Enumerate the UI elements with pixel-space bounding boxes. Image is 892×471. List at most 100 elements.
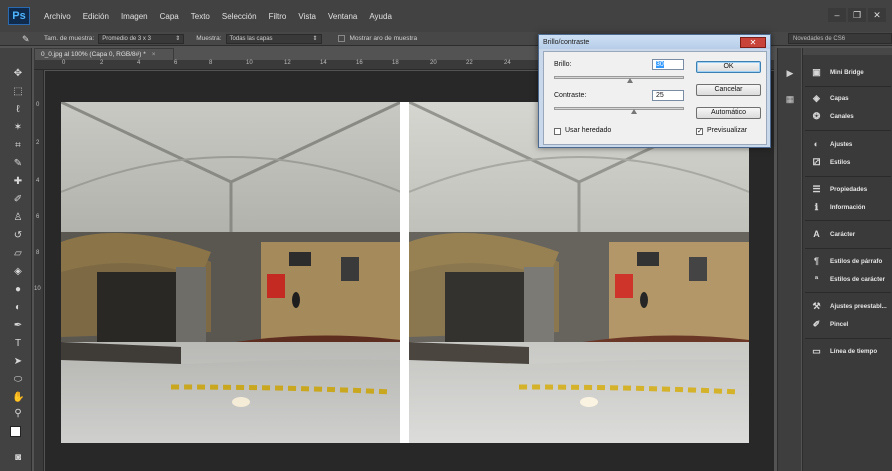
ruler-tick: 2 xyxy=(36,140,40,146)
hand-tool-icon[interactable]: ✋ xyxy=(12,392,24,404)
menu-archivo[interactable]: Archivo xyxy=(38,12,77,21)
menu-texto[interactable]: Texto xyxy=(185,12,216,21)
contrast-slider-thumb[interactable] xyxy=(631,109,637,114)
panel-label: Mini Bridge xyxy=(830,69,864,76)
stamp-tool-icon[interactable]: ♙ xyxy=(12,212,24,224)
brightness-slider-thumb[interactable] xyxy=(627,78,633,83)
ruler-tick: 20 xyxy=(430,60,437,66)
eyedropper-icon[interactable]: ✎ xyxy=(22,34,32,44)
path-selection-tool-icon[interactable]: ➤ xyxy=(12,356,24,368)
menu-capa[interactable]: Capa xyxy=(154,12,185,21)
contrast-slider-track[interactable] xyxy=(554,107,684,110)
eraser-tool-icon[interactable]: ▱ xyxy=(12,248,24,260)
panel-label: Carácter xyxy=(830,231,856,238)
shape-tool-icon[interactable]: ⬭ xyxy=(12,374,24,386)
layers-icon: ◈ xyxy=(813,93,820,103)
toolbox: ✥ ⬚ ℓ ✶ ⌗ ✎ ✚ ✐ ♙ ↺ ▱ ◈ ● ◐ ✒ T ➤ ⬭ ✋ ⚲ … xyxy=(0,48,32,471)
dialog-body: Brillo: 30 Contraste: 25 Usar heredado O… xyxy=(543,51,767,145)
type-tool-icon[interactable]: T xyxy=(12,338,24,350)
ruler-vertical: 0 2 4 6 8 10 xyxy=(34,70,44,471)
panel-ajustes-preestablecidos[interactable]: ⚒ Ajustes preestabl... xyxy=(811,302,886,311)
panel-dock: ▣ Mini Bridge ◈ Capas ❂ Canales ◐ Ajuste… xyxy=(802,48,892,471)
panel-label: Estilos de párrafo xyxy=(830,258,883,265)
paint-bucket-tool-icon[interactable]: ◈ xyxy=(12,266,24,278)
preview-checkbox[interactable]: ✓ xyxy=(696,128,703,135)
auto-button[interactable]: Automático xyxy=(696,107,761,119)
panel-informacion[interactable]: ℹ Información xyxy=(811,202,866,212)
dialog-close-button[interactable]: ✕ xyxy=(740,37,766,48)
brush-tool-icon[interactable]: ✐ xyxy=(12,194,24,206)
magic-wand-tool-icon[interactable]: ✶ xyxy=(12,122,24,134)
panel-estilos-parrafo[interactable]: ¶ Estilos de párrafo xyxy=(811,257,882,266)
ruler-tick: 16 xyxy=(356,60,363,66)
quick-mask-icon[interactable]: ◙ xyxy=(12,452,24,464)
panel-divider xyxy=(805,248,891,249)
panel-capas[interactable]: ◈ Capas xyxy=(811,94,849,103)
lasso-tool-icon[interactable]: ℓ xyxy=(12,104,24,116)
menu-edicion[interactable]: Edición xyxy=(77,12,115,21)
foreground-color-swatch[interactable] xyxy=(10,426,21,437)
select-arrows-icon: ⇕ xyxy=(312,36,318,42)
play-icon[interactable]: ▶ xyxy=(784,68,796,78)
panel-propiedades[interactable]: ☰ Propiedades xyxy=(811,185,867,194)
pen-tool-icon[interactable]: ✒ xyxy=(12,320,24,332)
paragraph-styles-icon: ¶ xyxy=(813,256,819,266)
mini-bridge-icon: ▣ xyxy=(812,67,821,77)
workspace-select[interactable]: Novedades de CS6 xyxy=(788,33,892,44)
menu-vista[interactable]: Vista xyxy=(292,12,322,21)
marquee-tool-icon[interactable]: ⬚ xyxy=(12,86,24,98)
zoom-tool-icon[interactable]: ⚲ xyxy=(12,408,24,420)
menu-filtro[interactable]: Filtro xyxy=(263,12,293,21)
menu-ventana[interactable]: Ventana xyxy=(322,12,363,21)
move-tool-icon[interactable]: ✥ xyxy=(12,68,24,80)
contrast-input[interactable]: 25 xyxy=(652,90,684,101)
panel-ajustes[interactable]: ◐ Ajustes xyxy=(811,140,853,149)
blur-tool-icon[interactable]: ● xyxy=(12,284,24,296)
panel-mini-bridge[interactable]: ▣ Mini Bridge xyxy=(811,67,864,77)
history-brush-tool-icon[interactable]: ↺ xyxy=(12,230,24,242)
properties-icon: ☰ xyxy=(812,184,821,194)
brightness-slider-track[interactable] xyxy=(554,76,684,79)
menu-seleccion[interactable]: Selección xyxy=(216,12,263,21)
panel-divider xyxy=(805,220,891,221)
menu-imagen[interactable]: Imagen xyxy=(115,12,154,21)
panel-linea-de-tiempo[interactable]: ▭ Línea de tiempo xyxy=(811,347,877,356)
panel-estilos[interactable]: ⚂ Estilos xyxy=(811,158,851,167)
brush-icon: ✐ xyxy=(812,319,821,329)
layer-comps-icon[interactable]: ▦ xyxy=(784,94,796,104)
show-ring-label: Mostrar aro de muestra xyxy=(349,35,418,42)
window-controls: – ❐ ✕ xyxy=(828,8,886,22)
dialog-title[interactable]: Brillo/contraste xyxy=(539,35,770,49)
close-button[interactable]: ✕ xyxy=(868,8,886,22)
eyedropper-tool-icon[interactable]: ✎ xyxy=(12,158,24,170)
ok-button[interactable]: OK xyxy=(696,61,761,73)
panel-label: Información xyxy=(830,204,866,211)
close-tab-icon[interactable]: × xyxy=(152,51,156,58)
crop-tool-icon[interactable]: ⌗ xyxy=(12,140,24,152)
minimize-button[interactable]: – xyxy=(828,8,846,22)
character-styles-icon: ª xyxy=(814,274,819,284)
use-legacy-checkbox[interactable] xyxy=(554,128,561,135)
info-icon: ℹ xyxy=(814,202,819,212)
restore-button[interactable]: ❐ xyxy=(848,8,866,22)
show-ring-checkbox[interactable] xyxy=(337,35,345,42)
document-tab[interactable]: 0_0.jpg al 100% (Capa 0, RGB/8#) * × xyxy=(34,48,174,60)
ruler-tick: 0 xyxy=(62,60,66,66)
panel-canales[interactable]: ❂ Canales xyxy=(811,112,854,121)
panel-caracter[interactable]: A Carácter xyxy=(811,230,855,239)
character-icon: A xyxy=(813,229,820,239)
healing-brush-tool-icon[interactable]: ✚ xyxy=(12,176,24,188)
brightness-input[interactable]: 30 xyxy=(652,59,684,70)
panel-estilos-caracter[interactable]: ª Estilos de carácter xyxy=(811,275,885,284)
document-tab-title: 0_0.jpg al 100% (Capa 0, RGB/8#) * xyxy=(41,51,146,58)
ruler-tick: 4 xyxy=(137,60,141,66)
menu-ayuda[interactable]: Ayuda xyxy=(363,12,398,21)
sample-value: Todas las capas xyxy=(229,35,273,42)
cancel-button[interactable]: Cancelar xyxy=(696,84,761,96)
sample-label: Muestra: xyxy=(196,35,222,42)
dodge-tool-icon[interactable]: ◐ xyxy=(12,302,24,314)
sample-size-select[interactable]: Promedio de 3 x 3 ⇕ xyxy=(98,33,185,44)
sample-select[interactable]: Todas las capas ⇕ xyxy=(225,33,322,44)
panel-pincel[interactable]: ✐ Pincel xyxy=(811,319,849,329)
panel-label: Canales xyxy=(830,113,854,120)
